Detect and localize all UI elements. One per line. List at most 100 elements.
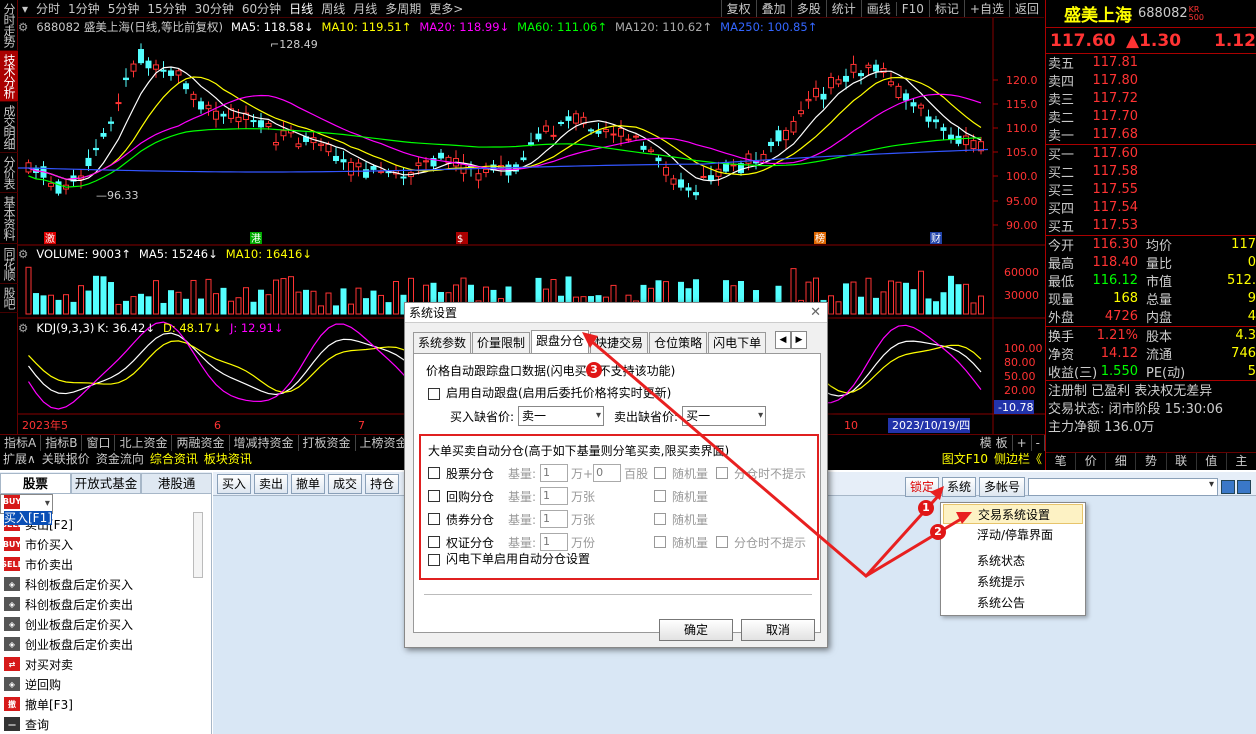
random-option[interactable]: 随机量 xyxy=(654,488,708,505)
split-checkbox[interactable] xyxy=(428,513,440,525)
vtab-3[interactable]: 分价表 xyxy=(0,153,18,193)
indicator-tab-0[interactable]: 指标A xyxy=(0,434,42,452)
vtab-0[interactable]: 分时走势 xyxy=(0,0,18,51)
close-icon[interactable] xyxy=(1237,480,1252,494)
base-input[interactable]: 1 xyxy=(540,487,569,505)
quote-tab-0[interactable]: 笔 xyxy=(1046,453,1077,470)
split-checkbox[interactable] xyxy=(428,536,440,548)
trade-func-item[interactable]: BUY 买入[F1] xyxy=(0,494,53,525)
nohint-checkbox[interactable] xyxy=(716,467,729,479)
menu-item-1[interactable]: 浮动/停靠界面 xyxy=(943,525,1083,545)
ext-tab-2[interactable]: 资金流向 xyxy=(93,451,147,468)
period-8[interactable]: 月线 xyxy=(349,0,381,17)
split-checkbox[interactable] xyxy=(428,467,440,479)
tool-6[interactable]: 标记 xyxy=(928,0,964,17)
lock-button[interactable]: 锁定 xyxy=(905,477,940,497)
flash-split-option[interactable]: 闪电下单启用自动分仓设置 xyxy=(428,550,590,567)
indicator-tab-6[interactable]: 打板资金 xyxy=(299,434,356,452)
dropdown-icon[interactable]: ▾ xyxy=(18,2,32,16)
ext-right-1[interactable]: 侧边栏《 xyxy=(991,451,1045,468)
base-input[interactable]: 1 xyxy=(540,510,569,528)
auto-track-option[interactable]: 启用自动跟盘(启用后委托价格将实时更新) xyxy=(428,384,671,401)
cancel-button[interactable]: 取消 xyxy=(741,619,815,641)
quote-tab-5[interactable]: 值 xyxy=(1197,453,1227,470)
trade-tab-2[interactable]: 港股通 xyxy=(141,473,213,493)
chevron-right-icon[interactable]: ▶ xyxy=(791,331,807,349)
trade-tab-1[interactable]: 开放式基金 xyxy=(70,473,142,493)
minimize-icon[interactable] xyxy=(1221,480,1236,494)
ext-tab-4[interactable]: 板块资讯 xyxy=(201,451,255,468)
trade-tab-0[interactable]: 股票 xyxy=(0,473,71,493)
bids-row[interactable]: 买四 117.54 xyxy=(1046,199,1256,217)
tool-5[interactable]: F10 xyxy=(895,1,929,16)
menu-item-0[interactable]: 交易系统设置 xyxy=(943,504,1083,524)
dialog-tab-3[interactable]: 快捷交易 xyxy=(590,332,649,354)
template-tool-1[interactable]: + xyxy=(1013,434,1032,452)
base-input[interactable]: 1 xyxy=(540,464,569,482)
asks-row[interactable]: 卖一 117.68 xyxy=(1046,126,1256,144)
quote-tab-2[interactable]: 细 xyxy=(1106,453,1137,470)
bids-row[interactable]: 买一 117.60 xyxy=(1046,143,1256,163)
buy-default-select[interactable]: 卖一 xyxy=(518,406,605,426)
trade-func-item[interactable]: 撤撤单[F3] xyxy=(0,694,211,714)
trade-func-item[interactable]: ◈ 科创板盘后定价买入 xyxy=(0,574,211,594)
gear-icon[interactable]: ⚙ xyxy=(18,20,28,34)
asks-row[interactable]: 卖二 117.70 xyxy=(1046,108,1256,126)
trade-func-item[interactable]: BUY 市价买入 xyxy=(0,534,211,554)
vtab-2[interactable]: 成交明细 xyxy=(0,102,18,153)
period-4[interactable]: 30分钟 xyxy=(191,0,238,17)
template-tool-0[interactable]: 模 板 xyxy=(976,434,1013,452)
menu-item-3[interactable]: 系统提示 xyxy=(943,572,1083,592)
asks-row[interactable]: 卖五 117.81 xyxy=(1046,53,1256,72)
tool-4[interactable]: 画线 xyxy=(860,0,896,17)
trade-func-item[interactable]: ◈ 创业板盘后定价买入 xyxy=(0,614,211,634)
tool-7[interactable]: +自选 xyxy=(963,0,1009,17)
ext-right-0[interactable]: 图文F10 xyxy=(939,451,991,468)
tool-3[interactable]: 统计 xyxy=(825,0,861,17)
vtab-6[interactable]: 股吧 xyxy=(0,284,18,313)
dialog-tab-0[interactable]: 系统参数 xyxy=(413,332,472,354)
gear-icon[interactable]: ⚙ xyxy=(18,321,28,335)
period-0[interactable]: 分时 xyxy=(32,0,64,17)
bids-row[interactable]: 买三 117.55 xyxy=(1046,180,1256,199)
tool-0[interactable]: 复权 xyxy=(720,0,756,17)
account-select[interactable]: ▾ xyxy=(1028,478,1219,496)
bids-row[interactable]: 买五 117.53 xyxy=(1046,217,1256,235)
trade-toolbar-button-0[interactable]: 买入 xyxy=(217,473,252,494)
split-checkbox[interactable] xyxy=(428,490,440,502)
ext-tab-3[interactable]: 综合资讯 xyxy=(147,451,201,468)
ext-tab-0[interactable]: 扩展∧ xyxy=(0,451,39,468)
bids-row[interactable]: 买二 117.58 xyxy=(1046,162,1256,181)
asks-row[interactable]: 卖四 117.80 xyxy=(1046,71,1256,90)
trade-func-item[interactable]: ◈ 逆回购 xyxy=(0,674,211,694)
menu-item-2[interactable]: 系统状态 xyxy=(943,551,1083,571)
random-checkbox[interactable] xyxy=(654,536,666,548)
extra-input[interactable]: 0 xyxy=(593,464,622,482)
sell-default-select[interactable]: 买一 xyxy=(682,406,767,426)
period-3[interactable]: 15分钟 xyxy=(143,0,190,17)
random-option[interactable]: 随机量 xyxy=(654,511,708,528)
vtab-4[interactable]: 基本资料 xyxy=(0,193,18,244)
tool-1[interactable]: 叠加 xyxy=(755,0,791,17)
close-icon[interactable]: ✕ xyxy=(810,305,821,320)
dialog-tab-4[interactable]: 仓位策略 xyxy=(649,332,708,354)
tool-2[interactable]: 多股 xyxy=(790,0,826,17)
indicator-tab-1[interactable]: 指标B xyxy=(41,434,83,452)
random-checkbox[interactable] xyxy=(654,513,666,525)
multi-account-button[interactable]: 多帐号 xyxy=(979,477,1026,497)
period-10[interactable]: 更多> xyxy=(425,0,467,17)
indicator-tab-4[interactable]: 两融资金 xyxy=(172,434,230,452)
quote-tab-3[interactable]: 势 xyxy=(1136,453,1167,470)
trade-toolbar-button-2[interactable]: 撤单 xyxy=(291,473,326,494)
dialog-tab-1[interactable]: 价量限制 xyxy=(472,332,531,354)
period-1[interactable]: 1分钟 xyxy=(64,0,104,17)
random-checkbox[interactable] xyxy=(654,490,666,502)
trade-func-item[interactable]: — 查询 xyxy=(0,714,211,734)
tool-8[interactable]: 返回 xyxy=(1008,0,1044,17)
trade-func-item[interactable]: SELL 市价卖出 xyxy=(0,554,211,574)
period-5[interactable]: 60分钟 xyxy=(238,0,285,17)
trade-func-item[interactable]: ⇄ 对买对卖 xyxy=(0,654,211,674)
dialog-tab-5[interactable]: 闪电下单 xyxy=(708,332,767,354)
asks-row[interactable]: 卖三 117.72 xyxy=(1046,89,1256,108)
dialog-tab-2[interactable]: 跟盘分仓 xyxy=(531,330,590,354)
